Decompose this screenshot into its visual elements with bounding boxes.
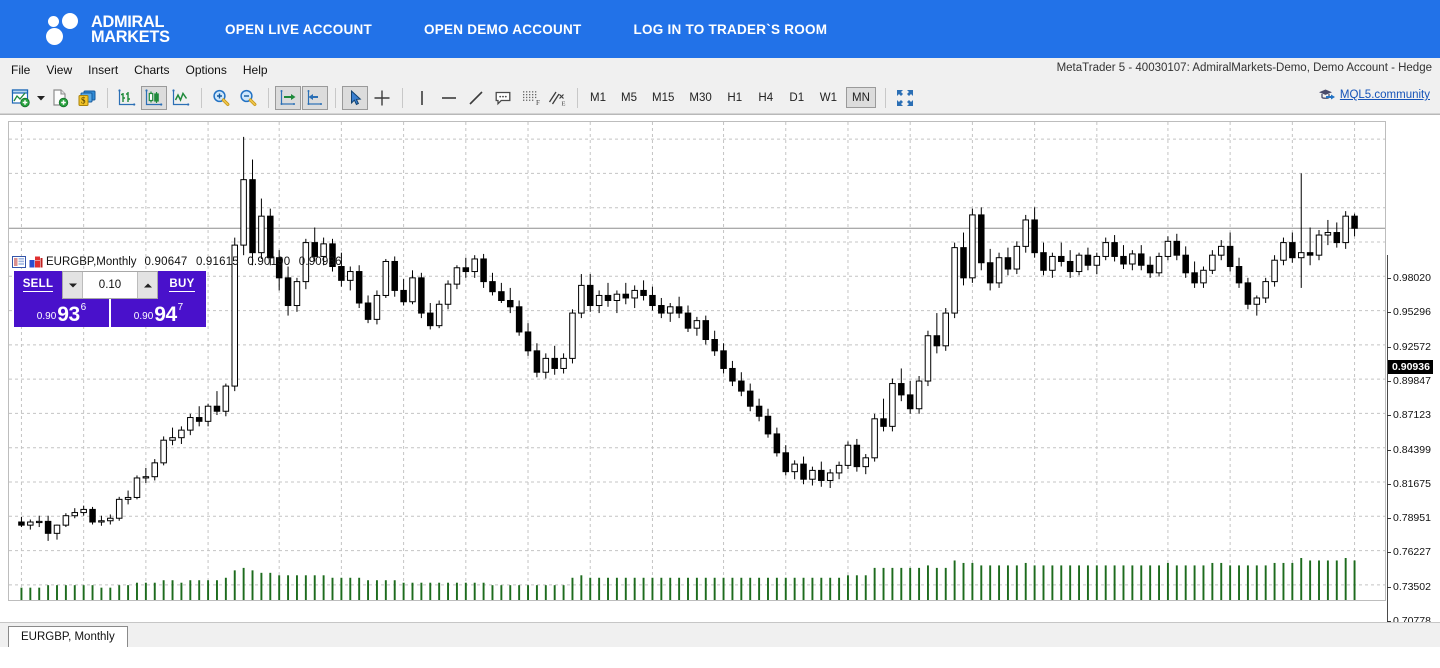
admiral-markets-logo[interactable]: ADMIRAL MARKETS: [45, 12, 173, 46]
chart-shift-icon[interactable]: [302, 85, 328, 110]
buy-button[interactable]: BUY: [158, 271, 206, 299]
price-tick-label: 0.76227: [1387, 546, 1431, 558]
price-tick-label: 0.81675: [1387, 478, 1431, 490]
volume-value[interactable]: 0.10: [83, 272, 137, 298]
menu-item-file[interactable]: File: [11, 63, 30, 77]
price-tick-label: 0.87123: [1387, 409, 1431, 421]
mql5-link-label: MQL5.community: [1339, 89, 1430, 101]
zoom-out-icon[interactable]: [235, 86, 261, 110]
menu-bar: File View Insert Charts Options Help Met…: [0, 58, 1440, 82]
price-tick-label: 0.78951: [1387, 512, 1431, 524]
trendline-icon[interactable]: [463, 86, 489, 110]
nav-open-live-account[interactable]: OPEN LIVE ACCOUNT: [225, 22, 372, 37]
chart-symbol-label: EURGBP,Monthly: [46, 256, 137, 268]
logo-line-2: MARKETS: [91, 27, 170, 46]
fibonacci-icon[interactable]: F: [517, 86, 543, 110]
trading-terminal-icon[interactable]: $: [74, 86, 100, 110]
zoom-in-icon[interactable]: [208, 86, 234, 110]
price-tick-label: 0.84399: [1387, 444, 1431, 456]
vertical-line-icon[interactable]: [409, 86, 435, 110]
chart-tab-bar: EURGBP, Monthly: [0, 622, 1440, 647]
price-tick-label: 0.95296: [1387, 306, 1431, 318]
chart-candles-icon: [29, 256, 43, 268]
equidistant-channel-icon[interactable]: E: [544, 86, 570, 110]
chart-tab-eurgbp-monthly[interactable]: EURGBP, Monthly: [8, 626, 128, 647]
chart-plot-region[interactable]: [8, 121, 1386, 601]
new-chart-dropdown-icon[interactable]: [35, 86, 47, 110]
ohlc-close: 0.90936: [298, 256, 342, 268]
mql5-community-link[interactable]: MQL5.community: [1318, 88, 1430, 102]
timeframe-m1[interactable]: M1: [584, 87, 612, 108]
svg-text:$: $: [81, 95, 86, 105]
new-order-icon[interactable]: [47, 86, 73, 110]
logo-dots-icon: [45, 12, 83, 46]
volume-decrease-icon[interactable]: [63, 272, 83, 298]
chart-area[interactable]: EURGBP,Monthly 0.90647 0.91615 0.90190 0…: [0, 114, 1440, 622]
horizontal-line-icon[interactable]: [436, 86, 462, 110]
main-toolbar: $ F E M1 M5 M15 M30 H1 H4 D1 W1 MN MQL5.…: [0, 82, 1440, 114]
volume-increase-icon[interactable]: [137, 272, 157, 298]
account-info-label: MetaTrader 5 - 40030107: AdmiralMarkets-…: [1056, 62, 1432, 74]
chart-symbol-header: EURGBP,Monthly 0.90647 0.91615 0.90190 0…: [12, 256, 347, 268]
timeframe-h4[interactable]: H4: [752, 87, 780, 108]
buy-price-prefix: 0.90: [133, 311, 154, 322]
timeframe-w1[interactable]: W1: [814, 87, 843, 108]
volume-stepper[interactable]: 0.10: [62, 271, 158, 299]
timeframe-m30[interactable]: M30: [683, 87, 717, 108]
buy-button-label: BUY: [169, 277, 195, 292]
candlestick-chart-canvas: [9, 122, 1385, 600]
line-chart-icon[interactable]: [168, 86, 194, 110]
price-axis[interactable]: 0.98020 0.95296 0.92572 0.89847 0.87123 0.843…: [1387, 255, 1440, 622]
buy-price-big: 94: [154, 303, 177, 326]
bar-chart-icon[interactable]: [114, 86, 140, 110]
candlestick-chart-icon[interactable]: [141, 85, 167, 110]
menu-item-help[interactable]: Help: [243, 63, 268, 77]
sell-price-big: 93: [57, 303, 80, 326]
timeframe-d1[interactable]: D1: [783, 87, 811, 108]
buy-price-fraction: 7: [177, 302, 184, 313]
chart-ohlc-values: 0.90647 0.91615 0.90190 0.90936: [145, 256, 347, 268]
timeframe-m15[interactable]: M15: [646, 87, 680, 108]
timeframe-h1[interactable]: H1: [721, 87, 749, 108]
price-tick-label: 0.89847: [1387, 375, 1431, 387]
logo-wordmark: ADMIRAL MARKETS: [91, 13, 170, 46]
sell-price-display[interactable]: 0.90 93 6: [14, 299, 109, 327]
svg-text:F: F: [536, 99, 540, 107]
sell-button[interactable]: SELL: [14, 271, 62, 299]
fullscreen-icon[interactable]: [892, 86, 918, 110]
sell-price-fraction: 6: [80, 302, 87, 313]
price-tick-label: 0.98020: [1387, 272, 1431, 284]
menu-item-options[interactable]: Options: [186, 63, 227, 77]
price-tick-label: 0.92572: [1387, 341, 1431, 353]
timeframe-mn[interactable]: MN: [846, 87, 876, 108]
chart-list-icon: [12, 256, 26, 268]
text-label-icon[interactable]: [490, 86, 516, 110]
crosshair-icon[interactable]: [369, 86, 395, 110]
ohlc-high: 0.91615: [195, 256, 239, 268]
sell-price-prefix: 0.90: [36, 311, 57, 322]
buy-price-display[interactable]: 0.90 94 7: [111, 299, 206, 327]
ohlc-low: 0.90190: [247, 256, 291, 268]
brand-header: ADMIRAL MARKETS OPEN LIVE ACCOUNT OPEN D…: [0, 0, 1440, 58]
ohlc-open: 0.90647: [144, 256, 188, 268]
price-tick-label: 0.73502: [1387, 581, 1431, 593]
menu-item-insert[interactable]: Insert: [88, 63, 118, 77]
new-chart-icon[interactable]: [8, 86, 34, 110]
one-click-trading-panel[interactable]: SELL 0.10 BUY 0.90 93 6 0.90 94 7: [14, 271, 206, 327]
timeframe-m5[interactable]: M5: [615, 87, 643, 108]
current-price-label: 0.90936: [1388, 360, 1433, 375]
cursor-icon[interactable]: [342, 85, 368, 110]
nav-open-demo-account[interactable]: OPEN DEMO ACCOUNT: [424, 22, 582, 37]
menu-item-charts[interactable]: Charts: [134, 63, 169, 77]
sell-button-label: SELL: [22, 277, 54, 292]
nav-log-in-traders-room[interactable]: LOG IN TO TRADER`S ROOM: [634, 22, 828, 37]
price-tick-label: 0.70778: [1387, 615, 1431, 622]
auto-scroll-icon[interactable]: [275, 85, 301, 110]
menu-item-view[interactable]: View: [46, 63, 72, 77]
svg-text:E: E: [562, 100, 566, 107]
